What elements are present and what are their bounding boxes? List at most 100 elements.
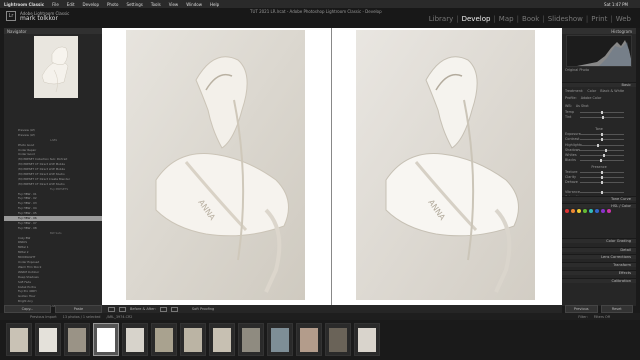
slider-knob[interactable] [596, 144, 599, 147]
filmstrip-thumbnail[interactable] [296, 323, 322, 356]
slider-track[interactable] [580, 159, 624, 162]
filmstrip-thumbnail[interactable] [209, 323, 235, 356]
menubar-item[interactable]: View [169, 2, 179, 7]
menubar-item[interactable]: Settings [126, 2, 142, 7]
color-swatch[interactable] [565, 209, 569, 213]
paste-button[interactable]: Paste [55, 305, 102, 313]
menubar-status: Sat 1:47 PM [604, 2, 636, 7]
loupe-view-icon[interactable] [108, 306, 115, 312]
color-swatch[interactable] [583, 209, 587, 213]
color-swatch[interactable] [595, 209, 599, 213]
wb-value[interactable]: As Shot [576, 104, 589, 108]
menubar-item[interactable]: Help [210, 2, 219, 7]
module-book[interactable]: Book [519, 15, 542, 23]
treatment-row: Treatment: Color Black & White [565, 89, 633, 93]
filmstrip-thumbnail[interactable] [151, 323, 177, 356]
module-slideshow[interactable]: Slideshow [545, 15, 586, 23]
menubar-item[interactable]: File [52, 2, 59, 7]
navigator-preview[interactable] [34, 36, 78, 98]
menubar-item[interactable]: Develop [83, 2, 99, 7]
panel-section-color-grading[interactable]: Color Grading [562, 238, 636, 243]
soft-proofing-label[interactable]: Soft Proofing [192, 307, 214, 311]
slider-track[interactable] [580, 191, 624, 194]
slider-track[interactable] [580, 111, 624, 114]
swap-before-after-icon[interactable] [159, 306, 167, 312]
slider-knob[interactable] [601, 191, 603, 194]
module-print[interactable]: Print [588, 15, 610, 23]
thumbnail-image [271, 328, 289, 352]
previous-button[interactable]: Previous [565, 305, 598, 313]
filmstrip-thumbnail[interactable] [93, 323, 119, 356]
filmstrip-thumbnail[interactable] [325, 323, 351, 356]
menubar-item[interactable]: Window [186, 2, 202, 7]
histogram [566, 35, 632, 67]
filmstrip-thumbnail[interactable] [267, 323, 293, 356]
slider-track[interactable] [580, 116, 624, 119]
slider-knob[interactable] [600, 159, 603, 162]
color-swatch[interactable] [577, 209, 581, 213]
navigator-header[interactable]: Navigator [4, 28, 102, 34]
thumbnail-image [10, 328, 28, 352]
slider-track[interactable] [580, 171, 624, 174]
filmstrip-thumbnail[interactable] [354, 323, 380, 356]
slider-track[interactable] [580, 133, 624, 136]
module-web[interactable]: Web [613, 15, 634, 23]
clock: Sat 1:47 PM [604, 1, 628, 7]
color-swatch[interactable] [571, 209, 575, 213]
filmstrip-thumbnail[interactable] [180, 323, 206, 356]
menubar-item[interactable]: Photo [107, 2, 118, 7]
menubar-item[interactable]: Tools [151, 2, 161, 7]
thumbnail-image [300, 328, 318, 352]
basic-section-header[interactable]: Basic [562, 82, 636, 87]
filmstrip-thumbnail[interactable] [64, 323, 90, 356]
module-develop[interactable]: Develop [459, 15, 494, 23]
panel-section-calibration[interactable]: Calibration [562, 278, 636, 283]
slider-knob[interactable] [605, 149, 608, 152]
slider-knob[interactable] [601, 138, 603, 141]
histogram-header[interactable]: Histogram [562, 28, 636, 34]
panel-section-detail[interactable]: Detail [562, 247, 636, 252]
slider-track[interactable] [580, 176, 624, 179]
slider-track[interactable] [580, 154, 624, 157]
filmstrip-thumbnail[interactable] [35, 323, 61, 356]
panel-section-transform[interactable]: Transform [562, 262, 636, 267]
menubar-item[interactable]: Lightroom Classic [4, 2, 44, 7]
filmstrip-thumbnail[interactable] [6, 323, 32, 356]
filter-value[interactable]: Filters Off [594, 315, 610, 319]
panel-section-tone-curve[interactable]: Tone Curve [562, 196, 636, 201]
treatment-bw[interactable]: Black & White [600, 89, 624, 93]
filmstrip-thumbnail[interactable] [122, 323, 148, 356]
slider-track[interactable] [580, 138, 624, 141]
slider-track[interactable] [580, 181, 624, 184]
panel-section-hsl-color[interactable]: HSL / Color [562, 203, 636, 208]
thumbnail-image [242, 328, 260, 352]
slider-knob[interactable] [601, 176, 603, 179]
filmstrip-source[interactable]: Previous Import [30, 315, 57, 319]
copy-before-after-icon[interactable] [170, 306, 178, 312]
slider-knob[interactable] [601, 171, 603, 174]
profile-value[interactable]: Adobe Color [581, 96, 602, 100]
slider-track[interactable] [580, 149, 624, 152]
slider-knob[interactable] [601, 181, 603, 184]
slider-knob[interactable] [603, 154, 606, 157]
after-photo[interactable]: ANNA [356, 30, 535, 300]
copy-button[interactable]: Copy... [4, 305, 51, 313]
color-swatch[interactable] [601, 209, 605, 213]
slider-knob[interactable] [601, 116, 604, 119]
before-after-view-icon[interactable] [119, 306, 126, 312]
panel-section-effects[interactable]: Effects [562, 270, 636, 275]
color-swatch[interactable] [607, 209, 611, 213]
slider-knob[interactable] [601, 111, 603, 114]
color-swatch[interactable] [589, 209, 593, 213]
slider-track[interactable] [580, 144, 624, 147]
menubar-item[interactable]: Edit [67, 2, 75, 7]
histogram-graph [577, 40, 631, 66]
module-map[interactable]: Map [496, 15, 517, 23]
panel-section-lens-corrections[interactable]: Lens Corrections [562, 254, 636, 259]
filmstrip-thumbnail[interactable] [238, 323, 264, 356]
before-photo[interactable]: ANNA [126, 30, 305, 300]
reset-button[interactable]: Reset [600, 305, 633, 313]
slider-knob[interactable] [601, 133, 603, 136]
treatment-color[interactable]: Color [587, 89, 596, 93]
module-library[interactable]: Library [426, 15, 456, 23]
